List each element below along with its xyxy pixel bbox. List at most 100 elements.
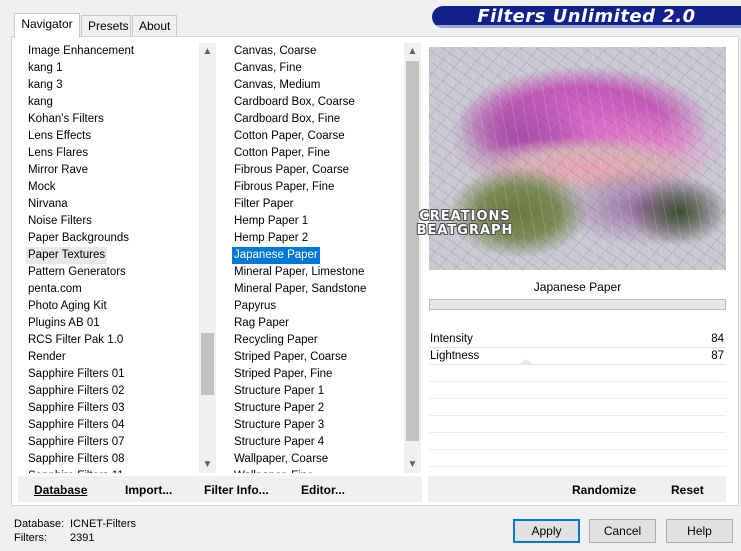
list-item-label: Wallpaper, Fine [232,468,315,473]
list-item-label: Pattern Generators [28,266,126,278]
list-item[interactable]: Filter Paper [226,196,368,213]
tab-presets[interactable]: Presets [81,15,131,37]
list-item[interactable]: Pattern Generators [20,264,136,281]
list-item[interactable]: Mineral Paper, Limestone [226,264,368,281]
list-item-label: Cotton Paper, Fine [234,147,330,159]
list-item[interactable]: Structure Paper 1 [226,383,368,400]
list-item[interactable]: Wallpaper, Coarse [226,451,368,468]
list-item[interactable]: Cardboard Box, Coarse [226,94,368,111]
list-item-label: Striped Paper, Coarse [234,351,348,363]
category-list[interactable]: Image Enhancement kang 1 kang 3 kang Kohan's… [20,43,216,473]
list-item[interactable]: Nirvana [20,196,136,213]
list-item[interactable]: Japanese Paper [226,247,368,264]
category-list-scrollbar[interactable]: ▲ ▼ [199,43,216,473]
list-item[interactable]: kang [20,94,136,111]
list-item[interactable]: Plugins AB 01 [20,315,136,332]
list-item[interactable]: Wallpaper, Fine [226,468,368,473]
list-item[interactable]: Striped Paper, Coarse [226,349,368,366]
cancel-button[interactable]: Cancel [589,519,656,543]
list-item[interactable]: Canvas, Medium [226,77,368,94]
list-item-label: Cardboard Box, Coarse [234,96,355,108]
tab-navigator[interactable]: Navigator [14,13,80,38]
filter-list-scrollbar[interactable]: ▲ ▼ [404,43,421,473]
category-list-items: Image Enhancement kang 1 kang 3 kang Kohan's… [20,43,136,473]
list-item-label: Mock [28,181,56,193]
database-button[interactable]: Database [34,476,87,502]
list-item-label: Lens Effects [28,130,92,142]
list-item[interactable]: Fibrous Paper, Coarse [226,162,368,179]
list-item-label: Sapphire Filters 04 [28,419,125,431]
scroll-down-arrow-icon[interactable]: ▼ [199,456,216,473]
list-item[interactable]: RCS Filter Pak 1.0 [20,332,136,349]
list-item[interactable]: Noise Filters [20,213,136,230]
list-item[interactable]: Structure Paper 3 [226,417,368,434]
list-item[interactable]: Lens Effects [20,128,136,145]
list-item[interactable]: kang 1 [20,60,136,77]
list-item[interactable]: Cotton Paper, Coarse [226,128,368,145]
list-item-label: Sapphire Filters 01 [28,368,125,380]
list-item[interactable]: Kohan's Filters [20,111,136,128]
scroll-up-arrow-icon[interactable]: ▲ [199,43,216,60]
filter-list[interactable]: Canvas, Coarse Canvas, Fine Canvas, Medium… [226,43,422,473]
list-item[interactable]: Mineral Paper, Sandstone [226,281,368,298]
list-item[interactable]: Lens Flares [20,145,136,162]
list-item[interactable]: Sapphire Filters 01 [20,366,136,383]
watermark: CREATIONS BEATGRAPH [400,210,530,238]
watermark-line-2: BEATGRAPH [416,223,514,238]
list-item[interactable]: Sapphire Filters 04 [20,417,136,434]
scroll-up-arrow-icon[interactable]: ▲ [404,43,421,60]
list-item[interactable]: Fibrous Paper, Fine [226,179,368,196]
list-item[interactable]: Structure Paper 4 [226,434,368,451]
scroll-thumb[interactable] [406,61,419,441]
list-item[interactable]: Mirror Rave [20,162,136,179]
filter-info-button[interactable]: Filter Info... [204,476,269,502]
list-item[interactable]: Sapphire Filters 11 [20,468,136,473]
param-row-empty [429,433,726,450]
list-item[interactable]: Mock [20,179,136,196]
list-item[interactable]: Sapphire Filters 08 [20,451,136,468]
editor-button[interactable]: Editor... [301,476,345,502]
param-row-intensity[interactable]: Intensity 84 [429,331,726,348]
randomize-button[interactable]: Randomize [572,476,636,502]
list-item[interactable]: Striped Paper, Fine [226,366,368,383]
list-item-label: Mineral Paper, Limestone [234,266,365,278]
list-item[interactable]: Papyrus [226,298,368,315]
list-item[interactable]: Recycling Paper [226,332,368,349]
list-item-label: Structure Paper 4 [234,436,325,448]
filter-list-items: Canvas, Coarse Canvas, Fine Canvas, Medium… [226,43,368,473]
list-item[interactable]: Cardboard Box, Fine [226,111,368,128]
list-item[interactable]: Canvas, Fine [226,60,368,77]
list-item[interactable]: penta.com [20,281,136,298]
help-button[interactable]: Help [666,519,733,543]
list-item[interactable]: Paper Backgrounds [20,230,136,247]
list-item[interactable]: Photo Aging Kit [20,298,136,315]
list-item-label: Lens Flares [28,147,89,159]
list-item[interactable]: kang 3 [20,77,136,94]
list-item[interactable]: Paper Textures [20,247,136,264]
list-item[interactable]: Sapphire Filters 02 [20,383,136,400]
reset-button[interactable]: Reset [671,476,704,502]
list-item[interactable]: Hemp Paper 1 [226,213,368,230]
app-banner: Filters Unlimited 2.0 [432,6,741,28]
list-item[interactable]: Render [20,349,136,366]
list-item[interactable]: Cotton Paper, Fine [226,145,368,162]
list-item[interactable]: Structure Paper 2 [226,400,368,417]
list-item-label: Canvas, Fine [234,62,302,74]
list-item-label: Structure Paper 2 [234,402,325,414]
list-item-label: Cotton Paper, Coarse [234,130,345,142]
list-item[interactable]: Sapphire Filters 07 [20,434,136,451]
tab-about[interactable]: About [132,15,177,37]
list-item[interactable]: Hemp Paper 2 [226,230,368,247]
list-item[interactable]: Sapphire Filters 03 [20,400,136,417]
param-row-lightness[interactable]: Lightness 87 [429,348,726,365]
list-item-label: Noise Filters [28,215,92,227]
scroll-down-arrow-icon[interactable]: ▼ [404,456,421,473]
scroll-thumb[interactable] [201,333,214,395]
list-item[interactable]: Rag Paper [226,315,368,332]
list-item-label: Paper Textures [26,247,108,264]
apply-button[interactable]: Apply [513,519,580,543]
list-item-label: penta.com [28,283,82,295]
list-item[interactable]: Canvas, Coarse [226,43,368,60]
list-item[interactable]: Image Enhancement [20,43,136,60]
import-button[interactable]: Import... [125,476,172,502]
